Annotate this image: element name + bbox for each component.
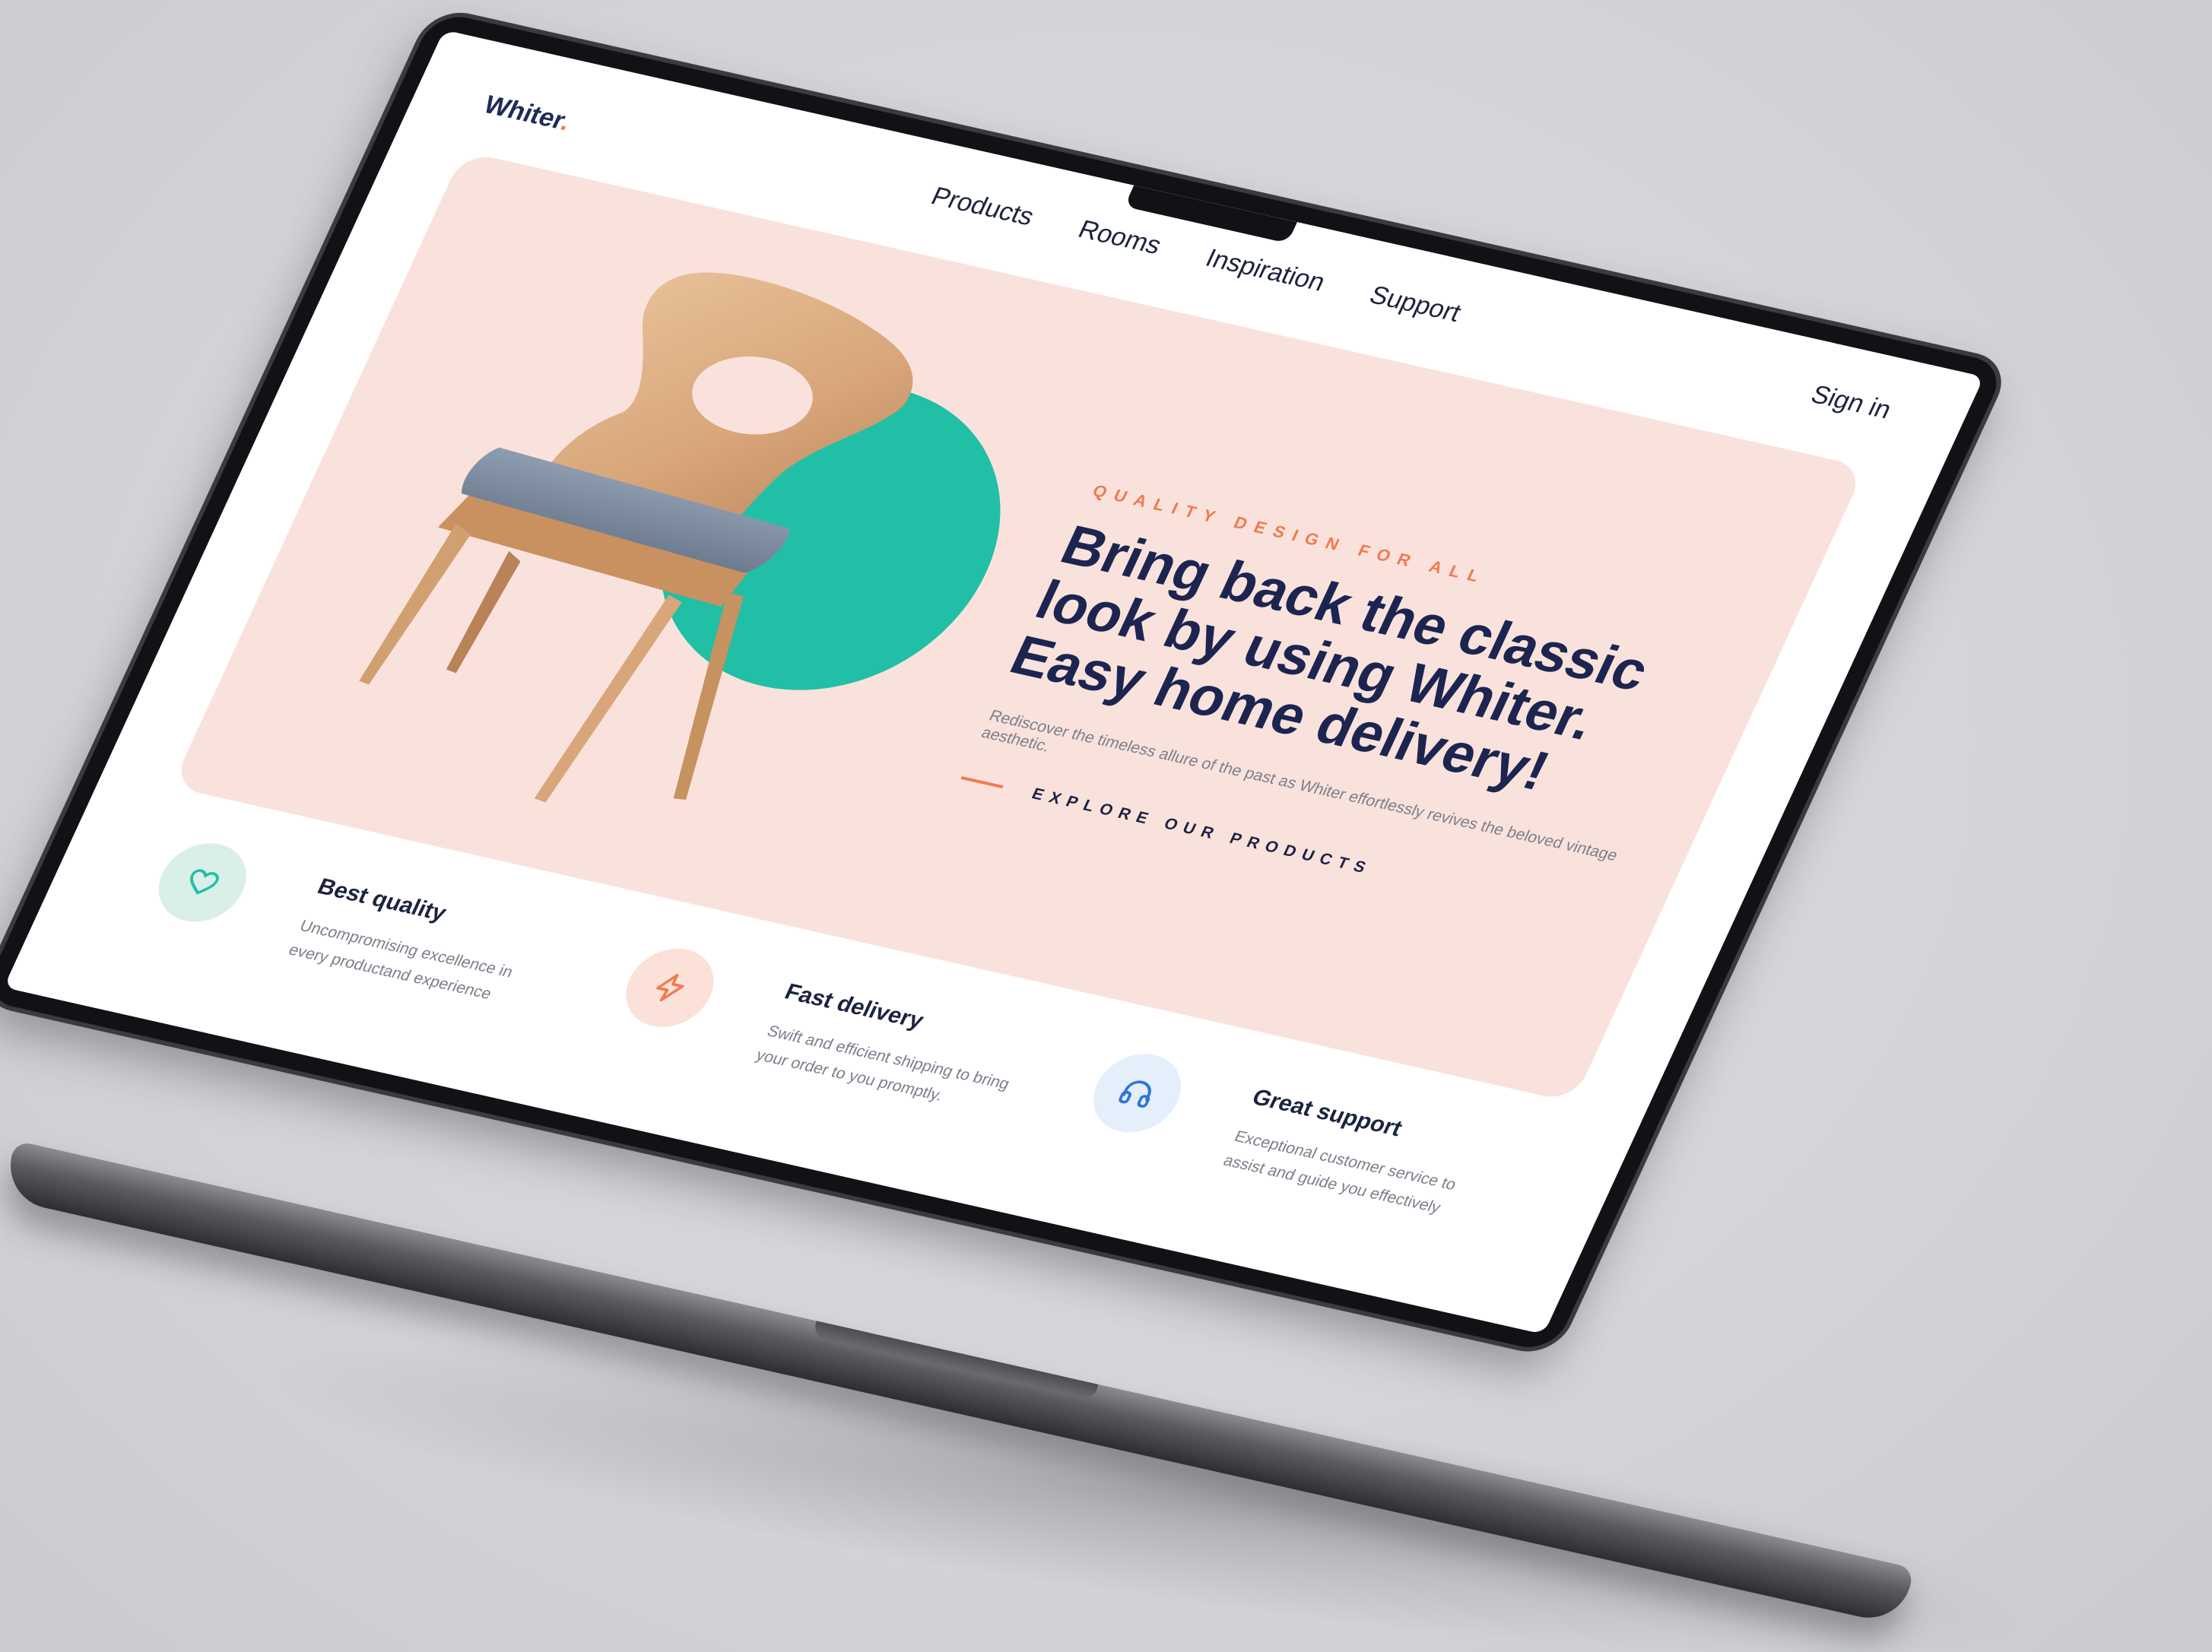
- heart-icon: [144, 835, 261, 930]
- mockup-stage: Whiter. Products Rooms Inspiration Suppo…: [0, 0, 2212, 1652]
- nav-item-products[interactable]: Products: [926, 182, 1039, 232]
- laptop-lid: Whiter. Products Rooms Inspiration Suppo…: [0, 11, 2008, 1354]
- website-page: Whiter. Products Rooms Inspiration Suppo…: [4, 30, 1984, 1334]
- nav-item-support[interactable]: Support: [1365, 281, 1465, 328]
- nav-item-inspiration[interactable]: Inspiration: [1201, 244, 1330, 298]
- cta-accent-line: [960, 776, 1004, 789]
- lightning-icon: [612, 940, 728, 1035]
- feature-text-block: Best quality Uncompromising excellence i…: [284, 868, 571, 1016]
- sign-in-link[interactable]: Sign in: [1806, 380, 1896, 425]
- nav-item-rooms[interactable]: Rooms: [1074, 215, 1166, 261]
- chair-image: [359, 272, 913, 803]
- laptop-notch: [812, 1321, 1099, 1401]
- laptop-shadow: [268, 1278, 2028, 1652]
- laptop-screen: Whiter. Products Rooms Inspiration Suppo…: [3, 30, 1985, 1335]
- feature-text-block: Fast delivery Swift and efficient shippi…: [751, 974, 1039, 1122]
- headphones-icon: [1079, 1045, 1195, 1140]
- site-logo[interactable]: Whiter.: [479, 90, 576, 137]
- logo-text: Whiter: [479, 90, 569, 135]
- feature-text-block: Great support Exceptional customer servi…: [1219, 1079, 1506, 1227]
